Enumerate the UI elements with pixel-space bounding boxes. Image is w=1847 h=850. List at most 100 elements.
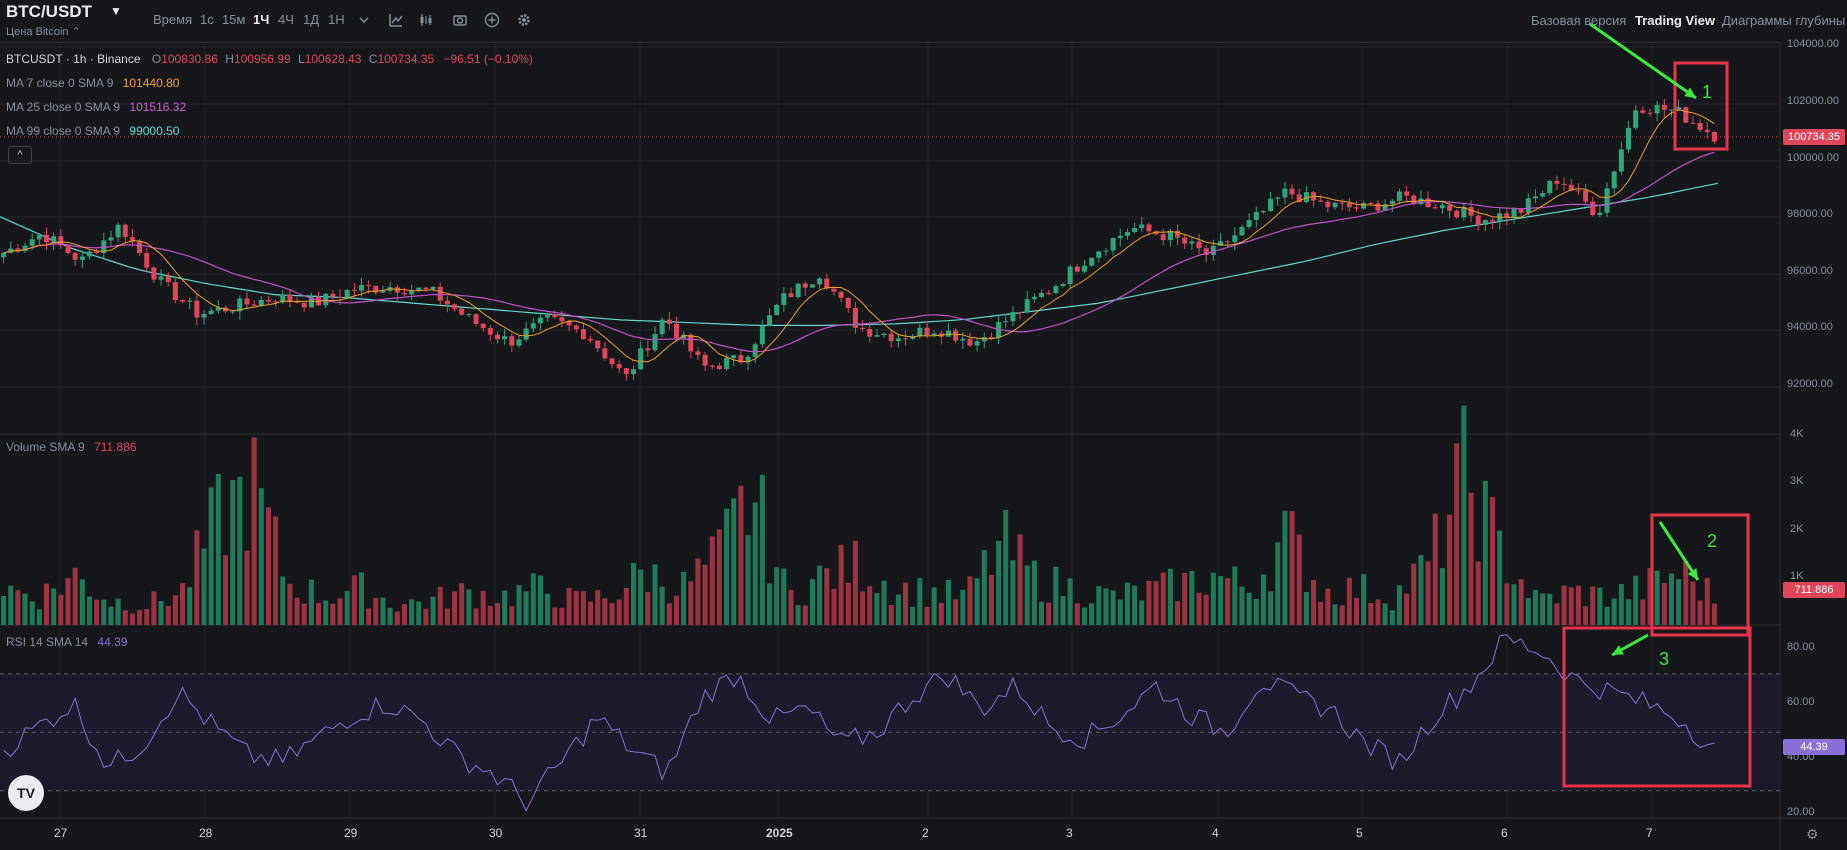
ma99-legend[interactable]: MA 99 close 0 SMA 9 99000.50 xyxy=(6,124,179,138)
volume-bar xyxy=(1189,570,1195,625)
volume-bar xyxy=(809,579,815,625)
volume-bar xyxy=(988,575,994,625)
candle xyxy=(724,358,730,369)
candle xyxy=(1132,228,1138,232)
volume-bar xyxy=(265,507,271,625)
low-label: L xyxy=(298,52,305,66)
volume-bar xyxy=(1153,581,1159,625)
price-tick: 96000.00 xyxy=(1787,265,1833,277)
time-tick: 4 xyxy=(1212,826,1219,840)
time-tick: 29 xyxy=(344,826,358,840)
rsi-legend[interactable]: RSI 14 SMA 14 44.39 xyxy=(6,635,127,649)
volume-bar xyxy=(301,603,307,625)
volume-bar xyxy=(273,516,279,625)
ma7-legend[interactable]: MA 7 close 0 SMA 9 101440.80 xyxy=(6,76,179,90)
candle xyxy=(802,283,808,288)
high-value: 100956.99 xyxy=(233,52,291,66)
candle xyxy=(809,284,815,288)
volume-bar xyxy=(838,544,844,625)
candle xyxy=(1597,212,1603,216)
candle xyxy=(960,338,966,341)
candle xyxy=(51,236,57,243)
candle xyxy=(537,317,543,324)
candle xyxy=(1575,190,1581,192)
volume-bar xyxy=(845,582,851,625)
candle xyxy=(1318,200,1324,202)
volume-bar xyxy=(673,595,679,625)
tradingview-logo[interactable]: TV xyxy=(8,775,44,811)
volume-bar xyxy=(1361,574,1367,625)
candle xyxy=(394,287,400,293)
volume-bar xyxy=(1611,598,1617,625)
candle xyxy=(144,252,150,268)
volume-legend[interactable]: Volume SMA 9 711.886 xyxy=(6,440,137,454)
candle xyxy=(201,314,207,318)
volume-bar xyxy=(666,603,672,625)
candle xyxy=(638,348,644,370)
volume-bar xyxy=(94,599,100,625)
volume-bar xyxy=(559,607,565,625)
chart-settings-icon[interactable]: ⚙ xyxy=(1806,826,1819,843)
volume-bar xyxy=(1296,534,1302,625)
candle xyxy=(845,297,851,308)
volume-bar xyxy=(874,593,880,625)
candle xyxy=(251,304,257,306)
candle xyxy=(480,323,486,329)
candle xyxy=(953,330,959,341)
candle xyxy=(423,287,429,290)
volume-bar xyxy=(1346,577,1352,625)
volume-bar xyxy=(237,476,243,625)
volume-bar xyxy=(373,598,379,625)
volume-tick: 1K xyxy=(1790,570,1804,582)
candle xyxy=(416,287,422,291)
candle xyxy=(1661,104,1667,110)
time-tick: 30 xyxy=(489,826,503,840)
volume-bar xyxy=(1583,606,1589,625)
volume-bar xyxy=(194,530,200,625)
volume-bar xyxy=(230,479,236,625)
candle xyxy=(1511,209,1517,218)
price-chart[interactable] xyxy=(0,0,1847,850)
volume-bar xyxy=(394,611,400,625)
candle xyxy=(94,251,100,253)
candle xyxy=(151,267,157,280)
volume-bar xyxy=(1332,604,1338,625)
candle xyxy=(1060,283,1066,287)
volume-bar xyxy=(716,529,722,625)
volume-bar xyxy=(36,609,42,625)
candle xyxy=(1024,299,1030,313)
volume-bar xyxy=(222,555,228,625)
ma25-legend[interactable]: MA 25 close 0 SMA 9 101516.32 xyxy=(6,100,186,114)
candle xyxy=(437,286,443,301)
candle xyxy=(781,293,787,305)
candle xyxy=(695,351,701,355)
candle xyxy=(1590,201,1596,216)
candle xyxy=(616,364,622,369)
volume-bar xyxy=(158,600,164,625)
price-tick: 104000.00 xyxy=(1787,38,1839,50)
candle xyxy=(1031,296,1037,300)
volume-bar xyxy=(1618,584,1624,625)
annotation-label-2: 2 xyxy=(1707,531,1718,551)
volume-bar xyxy=(409,599,415,625)
price-tick: 102000.00 xyxy=(1787,95,1839,107)
volume-bar xyxy=(895,594,901,625)
candle xyxy=(774,304,780,316)
volume-bar xyxy=(616,599,622,625)
volume-bar xyxy=(1661,583,1667,625)
volume-bar xyxy=(602,598,608,625)
volume-bar xyxy=(1232,566,1238,625)
volume-bar xyxy=(752,502,758,625)
candle xyxy=(1475,215,1481,225)
volume-tick: 2K xyxy=(1790,523,1804,535)
candle xyxy=(1353,207,1360,209)
volume-bar xyxy=(1146,580,1152,625)
volume-bar xyxy=(187,587,193,625)
candle xyxy=(1654,104,1660,114)
candle xyxy=(1339,202,1345,204)
volume-bar xyxy=(29,601,35,625)
ma99-line xyxy=(0,182,1719,326)
volume-bar xyxy=(1490,497,1496,625)
candle xyxy=(494,334,501,340)
collapse-legend-button[interactable]: ^ xyxy=(8,146,32,164)
